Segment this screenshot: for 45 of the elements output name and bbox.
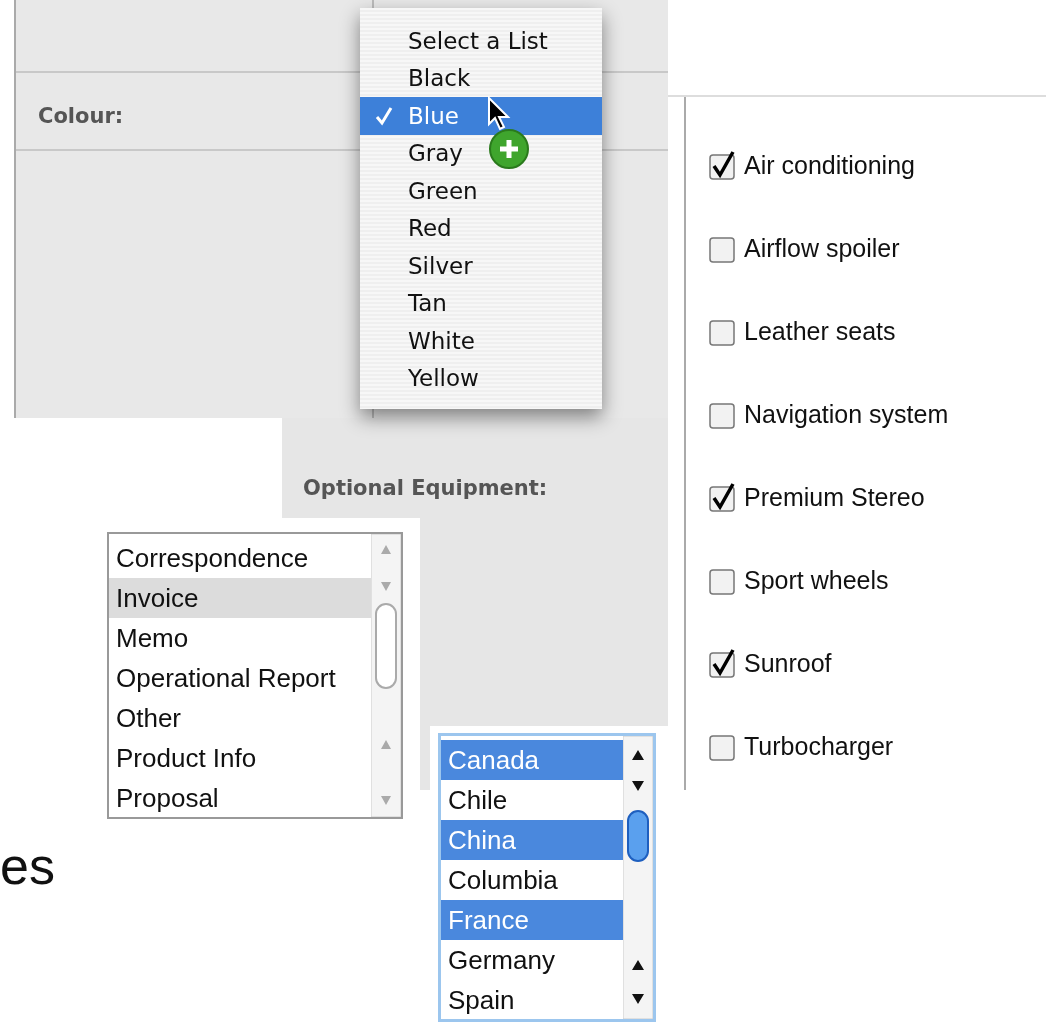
- field-label: Colour:: [38, 103, 124, 130]
- list-item[interactable]: Product Info: [109, 738, 371, 778]
- checkmark-icon: [375, 105, 393, 126]
- menu-item[interactable]: White: [360, 322, 602, 360]
- menu-item[interactable]: Gray: [360, 134, 602, 172]
- field-label: Optional Equipment:: [303, 475, 548, 502]
- list-item[interactable]: Correspondence: [109, 538, 371, 578]
- scrollbar[interactable]: [623, 736, 653, 1019]
- list-item[interactable]: Columbia: [441, 860, 623, 900]
- menu-item[interactable]: Yellow: [360, 359, 602, 397]
- menu-item[interactable]: Black: [360, 59, 602, 97]
- plus-icon: [488, 128, 530, 170]
- checkbox-option[interactable]: Turbocharger: [708, 728, 949, 765]
- list-item[interactable]: Invoice: [109, 578, 371, 618]
- list-item[interactable]: Memo: [109, 618, 371, 658]
- checkbox-option[interactable]: Navigation system: [708, 396, 949, 433]
- list-box[interactable]: Correspondence Invoice Memo Operational Report Other Product Info Proposal: [107, 532, 403, 819]
- checkbox-option[interactable]: Leather seats: [708, 313, 949, 350]
- list-item[interactable]: Operational Report: [109, 658, 371, 698]
- scrollbar[interactable]: [371, 534, 401, 817]
- menu-item[interactable]: Green: [360, 172, 602, 210]
- menu-item[interactable]: Select a List: [360, 22, 602, 60]
- checkbox[interactable]: [708, 150, 738, 181]
- cursor-icon: [487, 96, 513, 132]
- checkbox-option[interactable]: Air conditioning: [708, 147, 949, 184]
- menu-item[interactable]: Red: [360, 209, 602, 247]
- list-box[interactable]: Canada Chile China Columbia France Germany Spain: [438, 733, 656, 1022]
- menu-item[interactable]: Silver: [360, 247, 602, 285]
- list-item[interactable]: Proposal: [109, 778, 371, 818]
- checkbox-option[interactable]: Sport wheels: [708, 562, 949, 599]
- list-item[interactable]: Chile: [441, 780, 623, 820]
- checkbox-option[interactable]: Airflow spoiler: [708, 230, 949, 267]
- list-item[interactable]: China: [441, 820, 623, 860]
- list-item[interactable]: Germany: [441, 940, 623, 980]
- heading-fragment: es: [0, 840, 55, 892]
- list-item[interactable]: Spain: [441, 980, 623, 1020]
- list-item[interactable]: Canada: [441, 740, 623, 780]
- list-item[interactable]: Other: [109, 698, 371, 738]
- checkbox-option[interactable]: Premium Stereo: [708, 479, 949, 516]
- list-item[interactable]: France: [441, 900, 623, 940]
- menu-item[interactable]: Tan: [360, 284, 602, 322]
- checkbox[interactable]: [708, 648, 738, 679]
- checkbox-option[interactable]: Sunroof: [708, 645, 949, 682]
- menu-item[interactable]: Blue: [360, 97, 602, 135]
- checkbox[interactable]: [708, 482, 738, 513]
